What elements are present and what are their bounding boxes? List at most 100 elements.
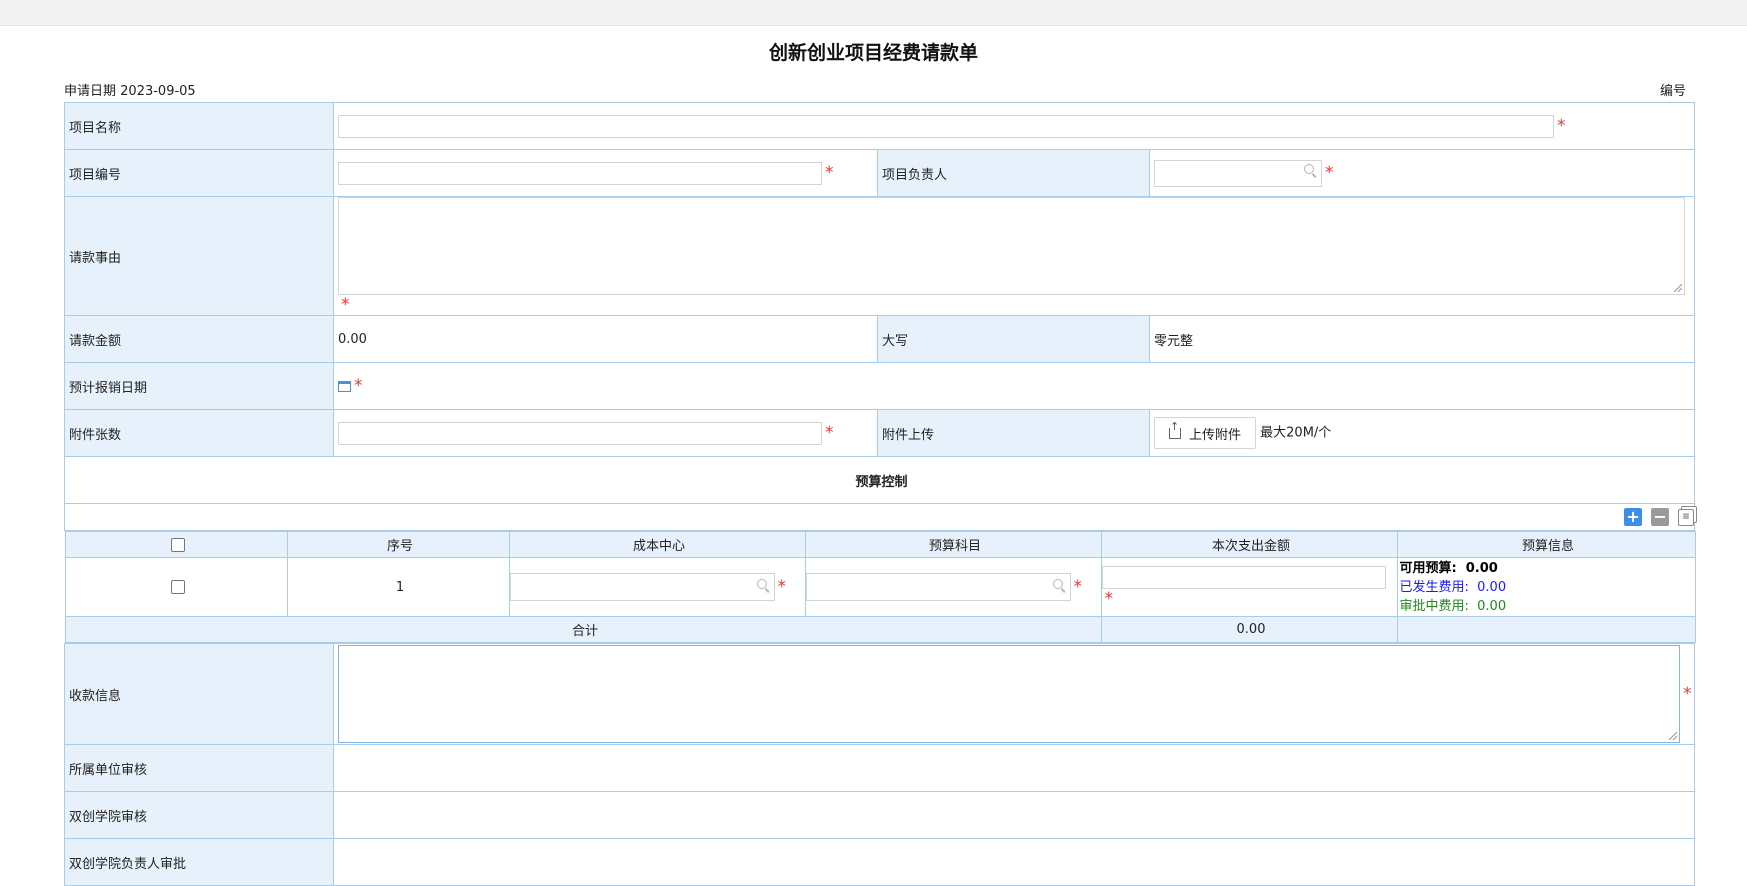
project-no-input[interactable] <box>338 161 822 185</box>
required-mark: * <box>1104 588 1114 609</box>
required-mark: * <box>341 295 350 315</box>
row-reason: 请款事由 * <box>64 196 1696 316</box>
minus-icon[interactable]: − <box>1651 508 1670 526</box>
required-mark: * <box>1073 577 1083 597</box>
select-all-cell <box>64 531 288 558</box>
row-approval-head: 双创学院负责人审批 <box>64 838 1696 886</box>
expected-date-label: 预计报销日期 <box>64 362 334 410</box>
required-mark: * <box>825 163 834 183</box>
budget-total-row: 合计 0.00 <box>64 616 1696 643</box>
col-budget-subject: 预算科目 <box>804 531 1102 558</box>
payee-info-cell: * <box>332 643 1696 745</box>
project-leader-input[interactable] <box>1154 159 1322 187</box>
required-mark: * <box>354 376 363 396</box>
row-checkbox[interactable] <box>171 580 185 594</box>
payee-info-textarea[interactable] <box>338 645 1680 743</box>
budget-header-row: 序号 成本中心 预算科目 本次支出金额 预算信息 <box>64 531 1696 558</box>
attachment-count-cell: * <box>333 409 878 457</box>
approval-college-label: 双创学院审核 <box>64 791 334 839</box>
resize-grip-icon[interactable] <box>1674 284 1682 292</box>
project-leader-label: 项目负责人 <box>877 149 1150 197</box>
row-attachments: 附件张数 * 附件上传 上传附件 最大20M/个 <box>64 409 1696 457</box>
approval-head-label: 双创学院负责人审批 <box>64 838 334 886</box>
row-project-name: 项目名称 * <box>64 102 1696 150</box>
total-label: 合计 <box>64 616 1102 643</box>
row-expected-date: 预计报销日期 * <box>64 362 1696 410</box>
reason-textarea[interactable] <box>338 197 1685 295</box>
project-leader-cell: * <box>1148 149 1696 197</box>
budget-subject-input[interactable] <box>805 573 1071 601</box>
approval-unit-label: 所属单位审核 <box>64 744 334 792</box>
budget-table: 序号 成本中心 预算科目 本次支出金额 预算信息 1 * * * 可用预算: 0… <box>64 531 1696 643</box>
project-name-input[interactable] <box>338 114 1554 138</box>
payee-info-label: 收款信息 <box>64 643 334 745</box>
search-icon[interactable] <box>1304 163 1314 174</box>
cost-center-input[interactable] <box>509 573 775 601</box>
approval-unit-cell <box>332 744 1696 792</box>
budget-subject-cell: * <box>804 557 1102 617</box>
request-form: 项目名称 * 项目编号 * 项目负责人 * 请款事由 * 请款金额 0.00 大… <box>63 102 1696 886</box>
budget-toolbar-cell: + − ≡ <box>63 503 1696 531</box>
attachment-upload-label: 附件上传 <box>877 409 1150 457</box>
plus-icon[interactable]: + <box>1624 508 1643 526</box>
amount-label: 请款金额 <box>64 315 334 363</box>
upload-attachment-button[interactable]: 上传附件 <box>1154 417 1257 449</box>
row-amount: 请款金额 0.00 大写 零元整 <box>64 315 1696 363</box>
col-budget-info: 预算信息 <box>1396 531 1696 558</box>
approval-college-cell <box>332 791 1696 839</box>
select-all-checkbox[interactable] <box>171 537 185 552</box>
attachment-count-input[interactable] <box>338 421 822 445</box>
attachment-upload-cell: 上传附件 最大20M/个 <box>1148 409 1696 457</box>
resize-grip-icon[interactable] <box>1669 732 1677 740</box>
attachment-count-label: 附件张数 <box>64 409 334 457</box>
search-icon[interactable] <box>1052 579 1063 589</box>
row-approval-unit: 所属单位审核 <box>64 744 1696 792</box>
budget-info-cell: 可用预算: 0.00 已发生费用: 0.00 审批中费用: 0.00 <box>1396 557 1696 617</box>
expense-amount-input[interactable] <box>1101 565 1386 589</box>
serial-number-label: 编号 <box>1659 84 1686 99</box>
uppercase-label: 大写 <box>877 315 1150 363</box>
pending-expense: 审批中费用: 0.00 <box>1399 598 1507 614</box>
project-no-cell: * <box>333 149 878 197</box>
row-index: 1 <box>286 557 510 617</box>
reason-cell: * <box>332 196 1696 316</box>
expense-amount-cell: * <box>1100 557 1398 617</box>
apply-date: 申请日期 2023-09-05 <box>64 84 196 99</box>
cost-center-cell: * <box>508 557 806 617</box>
approval-head-cell <box>332 838 1696 886</box>
copy-icon[interactable]: ≡ <box>1678 508 1695 526</box>
budget-toolbar: + − ≡ <box>63 503 1696 531</box>
calendar-icon[interactable] <box>338 380 351 392</box>
total-empty <box>1396 616 1696 643</box>
page-title: 创新创业项目经费请款单 <box>768 42 978 64</box>
upload-icon <box>1169 420 1181 439</box>
budget-section-title: 预算控制 <box>63 456 1696 504</box>
col-index: 序号 <box>286 531 510 558</box>
row-payee: 收款信息 * <box>64 643 1696 745</box>
amount-value: 0.00 <box>333 315 878 363</box>
uppercase-value: 零元整 <box>1148 315 1696 363</box>
browser-top-bar <box>0 0 1747 26</box>
row-project-no: 项目编号 * 项目负责人 * <box>64 149 1696 197</box>
col-cost-center: 成本中心 <box>508 531 806 558</box>
col-expense-amount: 本次支出金额 <box>1100 531 1398 558</box>
row-approval-college: 双创学院审核 <box>64 791 1696 839</box>
reason-label: 请款事由 <box>64 196 334 316</box>
project-name-cell: * <box>332 102 1696 150</box>
total-value: 0.00 <box>1100 616 1398 643</box>
required-mark: * <box>777 577 787 597</box>
budget-grid-cell: 序号 成本中心 预算科目 本次支出金额 预算信息 1 * * * 可用预算: 0… <box>64 531 1696 644</box>
search-icon[interactable] <box>756 579 767 589</box>
upload-size-hint: 最大20M/个 <box>1260 425 1332 441</box>
available-budget: 可用预算: 0.00 <box>1399 560 1498 576</box>
required-mark: * <box>825 423 834 443</box>
required-mark: * <box>1325 163 1334 183</box>
required-mark: * <box>1557 116 1566 136</box>
row-select-cell <box>64 557 288 617</box>
budget-grid-row: 序号 成本中心 预算科目 本次支出金额 预算信息 1 * * * 可用预算: 0… <box>64 531 1696 644</box>
row-budget-title: 预算控制 <box>63 456 1696 504</box>
incurred-expense: 已发生费用: 0.00 <box>1399 579 1507 595</box>
required-mark: * <box>1683 684 1692 704</box>
table-row: 1 * * * 可用预算: 0.00 已发生费用: 0.00 审批中费用: 0.… <box>64 557 1696 617</box>
expected-date-cell: * <box>332 362 1696 410</box>
